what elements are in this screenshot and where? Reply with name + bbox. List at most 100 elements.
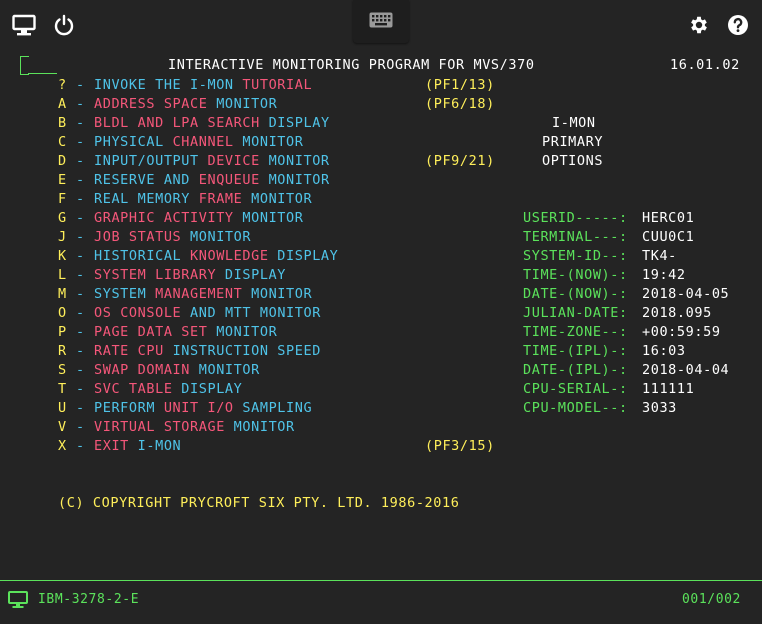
- info-value: 2018-04-04: [642, 362, 730, 378]
- option-word: MONITOR: [198, 362, 260, 378]
- panel-title-line-2: PRIMARY: [542, 134, 604, 150]
- option-description[interactable]: VIRTUAL STORAGE MONITOR: [94, 418, 295, 436]
- info-value: CUU0C1: [642, 229, 695, 245]
- option-key[interactable]: M: [58, 285, 67, 303]
- option-description[interactable]: EXIT I-MON: [94, 437, 181, 455]
- option-word: CONSOLE: [120, 305, 191, 321]
- option-key[interactable]: C: [58, 133, 67, 151]
- option-description[interactable]: ADDRESS SPACE MONITOR: [94, 95, 277, 113]
- option-description[interactable]: JOB STATUS MONITOR: [94, 228, 251, 246]
- option-description[interactable]: INPUT/OUTPUT DEVICE MONITOR: [94, 152, 330, 170]
- input-field-underline[interactable]: [28, 73, 57, 74]
- option-description[interactable]: BLDL AND LPA SEARCH DISPLAY: [94, 114, 330, 132]
- keyboard-toggle-button[interactable]: [353, 0, 409, 43]
- info-value: 3033: [642, 400, 677, 416]
- option-key[interactable]: A: [58, 95, 67, 113]
- option-separator: -: [76, 286, 85, 302]
- option-separator: -: [76, 96, 85, 112]
- option-word: OS: [94, 305, 121, 321]
- option-word: PAGE: [94, 324, 138, 340]
- screen-title: INTERACTIVE MONITORING PROGRAM FOR MVS/3…: [168, 57, 535, 73]
- terminal-screen[interactable]: INTERACTIVE MONITORING PROGRAM FOR MVS/3…: [0, 0, 762, 580]
- option-key[interactable]: G: [58, 209, 67, 227]
- option-key[interactable]: F: [58, 190, 67, 208]
- option-separator: -: [76, 153, 85, 169]
- option-separator: -: [76, 191, 85, 207]
- option-key[interactable]: B: [58, 114, 67, 132]
- info-value: 19:42: [642, 267, 686, 283]
- option-word: UNIT: [163, 400, 208, 416]
- option-description[interactable]: REAL MEMORY FRAME MONITOR: [94, 190, 312, 208]
- gear-icon[interactable]: [686, 12, 712, 38]
- option-key[interactable]: V: [58, 418, 67, 436]
- option-word: MONITOR: [242, 210, 304, 226]
- option-key[interactable]: O: [58, 304, 67, 322]
- info-label: DATE-(NOW)-:: [523, 286, 628, 302]
- option-word: MONITOR: [268, 172, 330, 188]
- option-key[interactable]: U: [58, 399, 67, 417]
- option-word: SYSTEM: [94, 267, 156, 283]
- option-separator: -: [76, 229, 85, 245]
- panel-title-line-3: OPTIONS: [542, 153, 604, 169]
- option-key[interactable]: R: [58, 342, 67, 360]
- option-description[interactable]: RESERVE AND ENQUEUE MONITOR: [94, 171, 330, 189]
- option-word: AND: [190, 305, 225, 321]
- option-word: TABLE: [128, 381, 182, 397]
- option-description[interactable]: HISTORICAL KNOWLEDGE DISPLAY: [94, 247, 338, 265]
- option-word: MTT: [224, 305, 260, 321]
- option-key[interactable]: P: [58, 323, 67, 341]
- option-description[interactable]: SYSTEM LIBRARY DISPLAY: [94, 266, 286, 284]
- monitor-icon[interactable]: [11, 12, 37, 38]
- option-description[interactable]: SYSTEM MANAGEMENT MONITOR: [94, 285, 312, 303]
- status-bar: IBM-3278-2-E 001/002: [0, 580, 762, 624]
- pf-key-hint: (PF3/15): [425, 438, 495, 454]
- option-separator: -: [76, 267, 85, 283]
- option-separator: -: [76, 115, 85, 131]
- option-word: EXIT: [94, 438, 138, 454]
- option-separator: -: [76, 343, 85, 359]
- option-word: DISPLAY: [277, 248, 339, 264]
- option-word: KNOWLEDGE: [190, 248, 278, 264]
- option-word: MONITOR: [251, 286, 313, 302]
- option-description[interactable]: RATE CPU INSTRUCTION SPEED: [94, 342, 321, 360]
- help-icon[interactable]: [725, 12, 751, 38]
- option-description[interactable]: INVOKE THE I-MON TUTORIAL: [94, 76, 312, 94]
- option-key[interactable]: X: [58, 437, 67, 455]
- keyboard-icon: [369, 12, 393, 32]
- option-description[interactable]: GRAPHIC ACTIVITY MONITOR: [94, 209, 303, 227]
- option-key[interactable]: K: [58, 247, 67, 265]
- option-word: MONITOR: [242, 134, 304, 150]
- info-label: USERID-----:: [523, 210, 628, 226]
- option-key[interactable]: L: [58, 266, 67, 284]
- option-word: INVOKE: [94, 77, 156, 93]
- option-description[interactable]: PERFORM UNIT I/O SAMPLING: [94, 399, 312, 417]
- option-description[interactable]: PHYSICAL CHANNEL MONITOR: [94, 133, 303, 151]
- info-label: TERMINAL---:: [523, 229, 628, 245]
- option-key[interactable]: T: [58, 380, 67, 398]
- option-description[interactable]: SVC TABLE DISPLAY: [94, 380, 242, 398]
- option-key[interactable]: D: [58, 152, 67, 170]
- option-key[interactable]: E: [58, 171, 67, 189]
- option-word: SYSTEM: [94, 286, 156, 302]
- option-word: AND: [163, 172, 199, 188]
- option-key[interactable]: ?: [58, 76, 67, 94]
- option-key[interactable]: J: [58, 228, 67, 246]
- option-key[interactable]: S: [58, 361, 67, 379]
- option-word: STATUS: [128, 229, 191, 245]
- option-description[interactable]: PAGE DATA SET MONITOR: [94, 323, 277, 341]
- option-word: HISTORICAL: [94, 248, 191, 264]
- cursor-position-label: 001/002: [682, 592, 741, 607]
- option-separator: -: [76, 172, 85, 188]
- power-icon[interactable]: [51, 12, 77, 38]
- option-separator: -: [76, 362, 85, 378]
- option-separator: -: [76, 210, 85, 226]
- option-word: I-MON: [190, 77, 243, 93]
- option-description[interactable]: OS CONSOLE AND MTT MONITOR: [94, 304, 321, 322]
- option-word: MANAGEMENT: [155, 286, 252, 302]
- option-word: ADDRESS: [94, 96, 164, 112]
- option-word: MONITOR: [190, 229, 252, 245]
- top-toolbar: [0, 0, 762, 48]
- option-word: LPA: [172, 115, 208, 131]
- option-word: I-MON: [137, 438, 182, 454]
- option-description[interactable]: SWAP DOMAIN MONITOR: [94, 361, 260, 379]
